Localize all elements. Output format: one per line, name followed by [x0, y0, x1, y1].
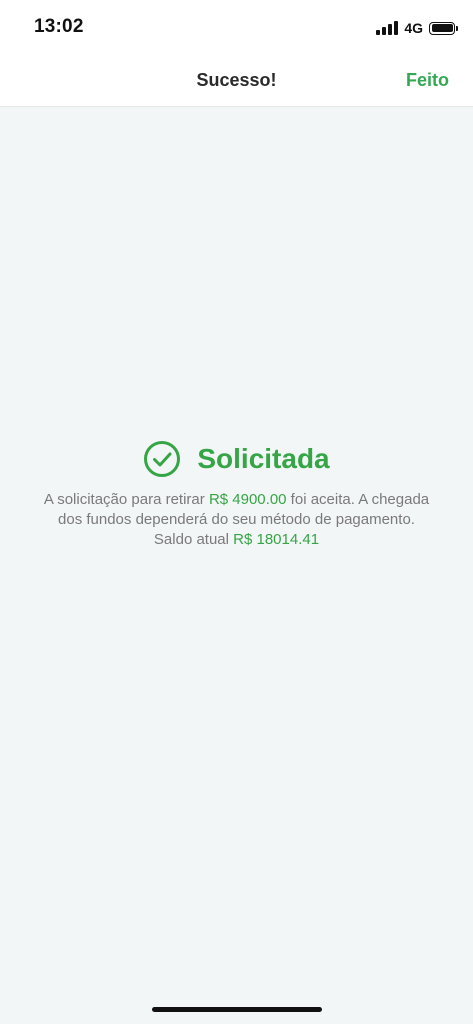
network-type: 4G [404, 20, 423, 36]
balance-label: Saldo atual [153, 531, 234, 548]
status-right: 4G [376, 18, 458, 38]
balance-value: R$ 18014.41 [233, 531, 320, 548]
status-bar: 13:02 4G [0, 0, 473, 54]
battery-fill [431, 24, 453, 32]
success-headline: Solicitada [40, 440, 433, 478]
done-button[interactable]: Feito [406, 70, 449, 91]
home-indicator[interactable] [152, 1007, 322, 1012]
page-title: Sucesso! [196, 70, 277, 90]
status-time: 13:02 [34, 16, 84, 37]
battery-icon [429, 21, 458, 35]
signal-icon [376, 21, 399, 35]
nav-bar: Sucesso! Feito [0, 54, 473, 107]
withdraw-amount: R$ 4900.00 [208, 491, 287, 508]
check-circle-icon [144, 441, 181, 477]
status-title: Solicitada [197, 443, 330, 474]
success-content: Solicitada A solicitação para retirar R$… [40, 440, 433, 550]
message-text-1: A solicitação para retirar [43, 491, 209, 508]
status-message: A solicitação para retirar R$ 4900.00 fo… [40, 490, 433, 550]
